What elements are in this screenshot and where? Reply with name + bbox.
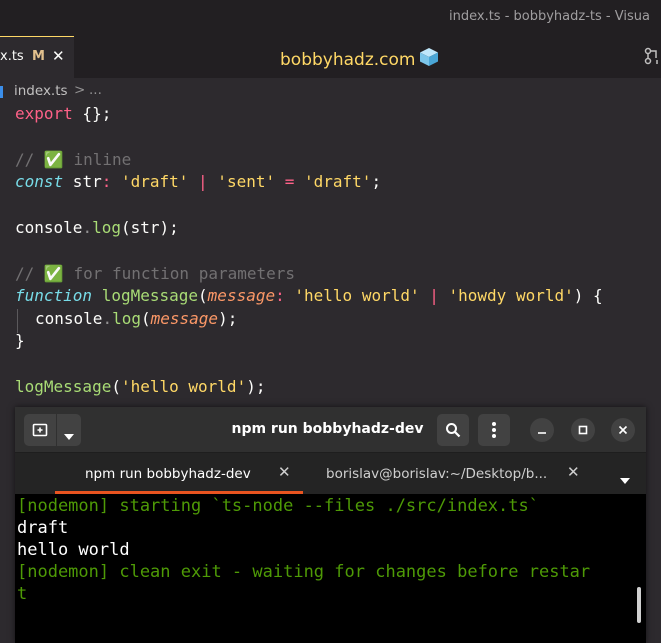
breadcrumb-separator: >: [74, 82, 86, 98]
terminal-tab[interactable]: borislav@borislav:~/Desktop/b... ✕: [305, 453, 595, 494]
typescript-file-icon: [0, 86, 3, 98]
terminal-tab-active[interactable]: npm run bobbyhadz-dev ✕: [55, 453, 303, 494]
code-line: }: [15, 331, 25, 350]
close-icon: [618, 425, 628, 435]
breadcrumb: index.ts > ...: [0, 82, 661, 102]
kebab-menu-icon: [492, 422, 496, 438]
maximize-button[interactable]: [571, 418, 595, 442]
close-tab-icon[interactable]: ✕: [52, 47, 65, 65]
brand-watermark: bobbyhadz.com: [280, 47, 439, 72]
window-title: index.ts - bobbyhadz-ts - Visua: [449, 9, 650, 24]
editor-tab-index-ts[interactable]: x.ts M ✕: [0, 36, 74, 78]
cube-icon: [419, 47, 439, 72]
terminal-line: [nodemon] clean exit - waiting for chang…: [17, 562, 591, 582]
check-mark-icon: ✅: [43, 264, 64, 283]
menu-button[interactable]: [478, 414, 510, 446]
code-line: console.log(message);: [35, 309, 238, 328]
terminal-line: hello world: [17, 540, 130, 560]
check-mark-icon: ✅: [43, 150, 64, 169]
breadcrumb-file[interactable]: index.ts: [14, 83, 68, 99]
modified-badge: M: [32, 49, 45, 64]
brand-text: bobbyhadz.com: [280, 50, 416, 70]
search-button[interactable]: [437, 414, 469, 446]
terminal-scrollbar[interactable]: [637, 587, 641, 623]
terminal-tab-bar: npm run bobbyhadz-dev ✕ borislav@borisla…: [15, 453, 646, 494]
code-line: // ✅ for function parameters: [15, 264, 296, 283]
close-window-button[interactable]: [611, 418, 635, 442]
code-line: function logMessage(message: 'hello worl…: [15, 286, 603, 305]
terminal-line: draft: [17, 518, 69, 538]
code-line: logMessage('hello world');: [15, 377, 266, 396]
terminal-tab-label: borislav@borislav:~/Desktop/b...: [326, 466, 548, 482]
search-icon: [446, 423, 461, 438]
indent-guide: [17, 309, 18, 333]
minimize-button[interactable]: [530, 418, 554, 442]
code-line: console.log(str);: [15, 218, 179, 237]
active-tab-indicator: [55, 491, 303, 494]
tabs-dropdown-icon[interactable]: [619, 470, 631, 489]
terminal-window: npm run bobbyhadz-dev npm run bobbyhadz-…: [15, 407, 646, 643]
code-line: export {};: [15, 104, 112, 123]
split-editor-icon[interactable]: [644, 47, 661, 69]
terminal-line: [nodemon] starting `ts-node --files ./sr…: [17, 496, 539, 516]
close-tab-icon[interactable]: ✕: [278, 463, 291, 481]
maximize-icon: [578, 425, 588, 435]
code-line: // ✅ inline: [15, 150, 132, 169]
minimize-icon: [538, 432, 546, 434]
editor-tab-label: x.ts: [0, 49, 24, 64]
code-line: const str: 'draft' | 'sent' = 'draft';: [15, 172, 382, 191]
terminal-tab-label: npm run bobbyhadz-dev: [85, 466, 251, 482]
window-titlebar: index.ts - bobbyhadz-ts - Visua: [0, 0, 661, 36]
breadcrumb-more[interactable]: ...: [89, 82, 102, 98]
terminal-line: t: [17, 584, 28, 604]
close-tab-icon[interactable]: ✕: [567, 463, 580, 481]
terminal-headerbar: npm run bobbyhadz-dev: [15, 407, 646, 453]
